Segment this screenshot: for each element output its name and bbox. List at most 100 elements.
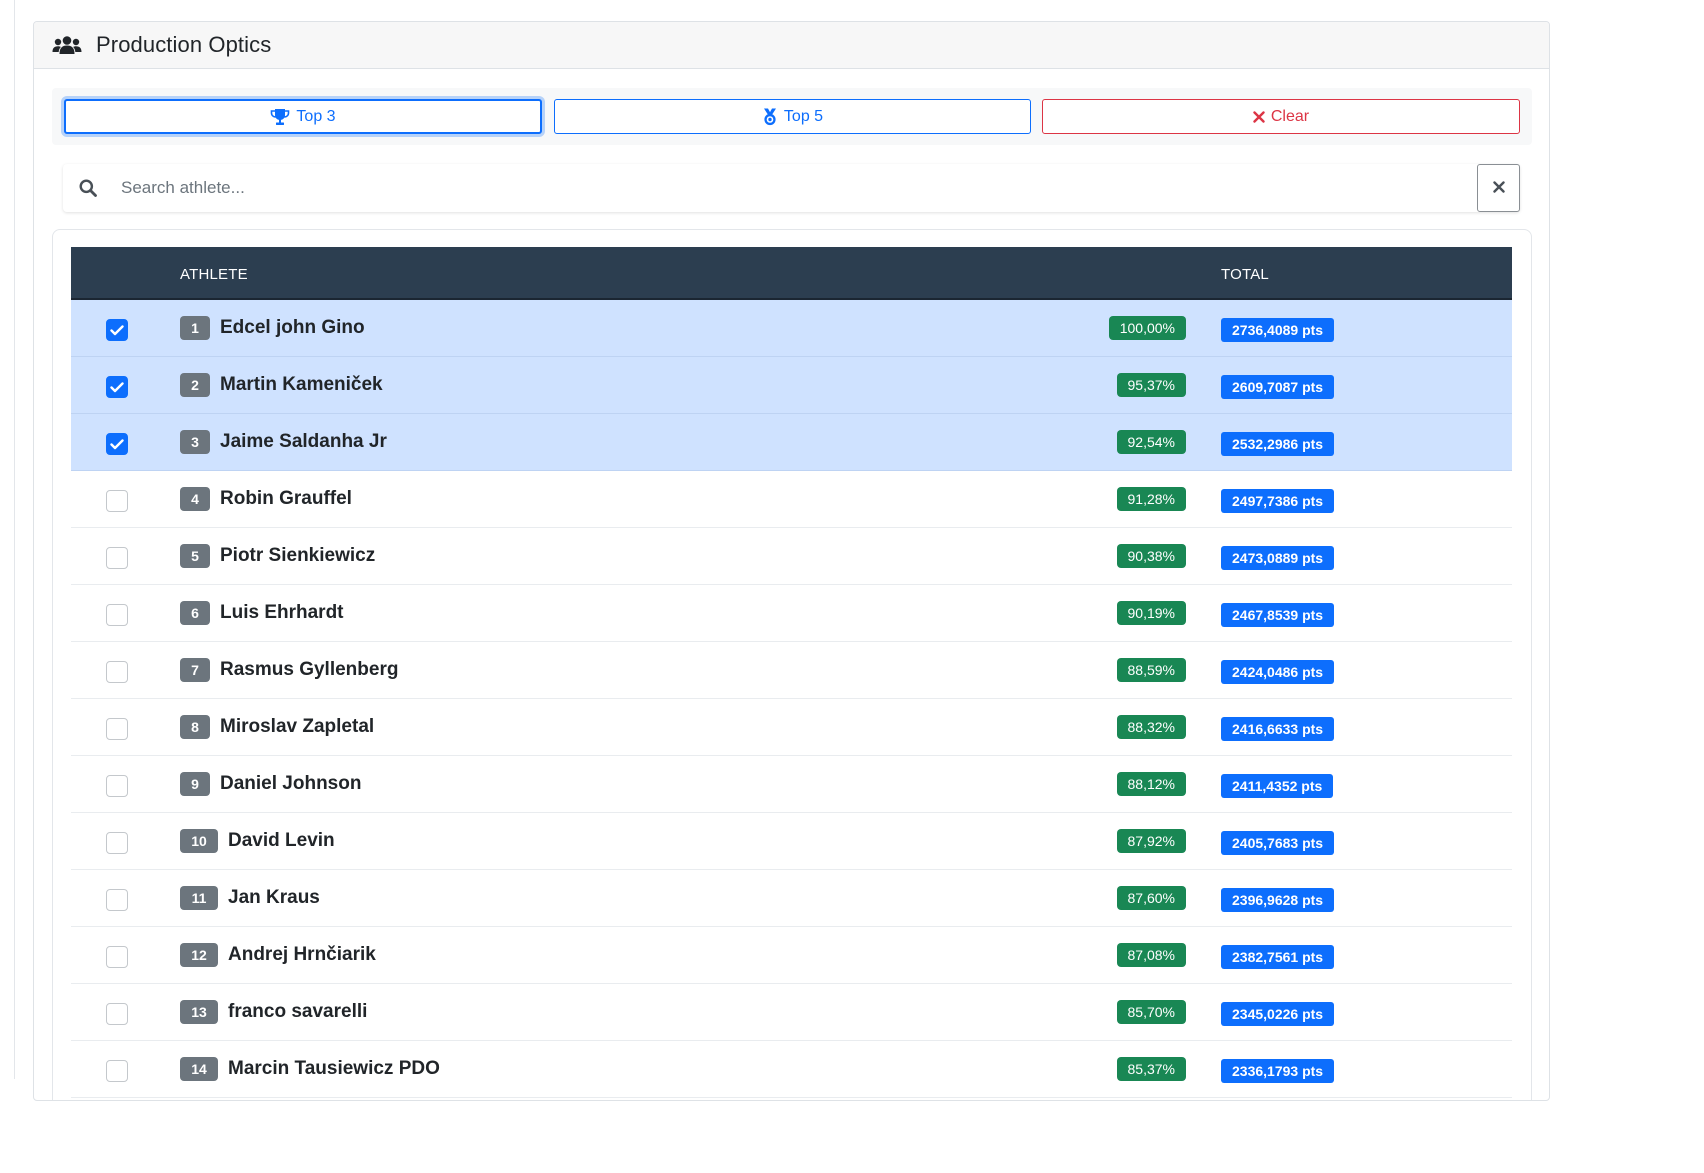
checkmark-icon <box>110 381 124 392</box>
search-icon <box>79 179 97 202</box>
percent-badge: 90,38% <box>1116 544 1186 568</box>
percent-badge: 85,70% <box>1116 1000 1186 1024</box>
percent-badge: 88,59% <box>1116 658 1186 682</box>
total-points-badge: 2396,9628 pts <box>1221 888 1335 912</box>
checkmark-icon <box>110 438 124 449</box>
search-box <box>63 164 1520 212</box>
rank-badge: 8 <box>180 715 210 739</box>
table-row[interactable]: 14 Marcin Tausiewicz PDO 85,37% 2336,1793 p… <box>71 1041 1512 1098</box>
top-5-button[interactable]: Top 5 <box>554 99 1031 134</box>
row-checkbox[interactable] <box>106 433 128 455</box>
percent-badge: 87,08% <box>1116 943 1186 967</box>
top-5-label: Top 5 <box>783 107 824 125</box>
total-points-badge: 2382,7561 pts <box>1221 945 1335 969</box>
rank-badge: 9 <box>180 772 210 796</box>
production-optics-card: Production Optics Top 3 Top 5 Clear Sear… <box>33 21 1550 1101</box>
athlete-name: Piotr Sienkiewicz <box>220 545 376 566</box>
table-row[interactable]: 3 Jaime Saldanha Jr 92,54% 2532,2986 pts <box>71 414 1512 471</box>
table-row[interactable]: 6 Luis Ehrhardt 90,19% 2467,8539 pts <box>71 585 1512 642</box>
rank-badge: 1 <box>180 316 210 340</box>
table-header: ATHLETE TOTAL <box>71 247 1512 300</box>
row-checkbox[interactable] <box>106 946 128 968</box>
table-row[interactable]: 13 franco savarelli 85,70% 2345,0226 pts <box>71 984 1512 1041</box>
percent-badge: 91,28% <box>1116 487 1186 511</box>
athlete-name: Rasmus Gyllenberg <box>220 659 399 680</box>
close-icon <box>1492 180 1505 196</box>
table-row[interactable]: 1 Edcel john Gino 100,00% 2736,4089 pts <box>71 300 1512 357</box>
row-checkbox[interactable] <box>106 319 128 341</box>
row-checkbox[interactable] <box>106 775 128 797</box>
total-points-badge: 2532,2986 pts <box>1221 432 1335 456</box>
table-row[interactable]: 9 Daniel Johnson 88,12% 2411,4352 pts <box>71 756 1512 813</box>
table-row[interactable]: 8 Miroslav Zapletal 88,32% 2416,6633 pts <box>71 699 1512 756</box>
table-row[interactable]: 11 Jan Kraus 87,60% 2396,9628 pts <box>71 870 1512 927</box>
table-row[interactable]: 10 David Levin 87,92% 2405,7683 pts <box>71 813 1512 870</box>
trophy-icon <box>270 108 290 126</box>
rank-badge: 11 <box>180 886 218 910</box>
row-checkbox[interactable] <box>106 889 128 911</box>
percent-badge: 87,60% <box>1116 886 1186 910</box>
x-icon <box>1253 110 1265 123</box>
athlete-name: franco savarelli <box>228 1001 368 1022</box>
percent-badge: 88,12% <box>1116 772 1186 796</box>
percent-badge: 92,54% <box>1116 430 1186 454</box>
total-points-badge: 2473,0889 pts <box>1221 546 1335 570</box>
medal-icon <box>762 108 778 126</box>
total-points-badge: 2609,7087 pts <box>1221 375 1335 399</box>
page-left-border <box>14 0 15 1079</box>
athlete-name: Jaime Saldanha Jr <box>220 431 387 452</box>
row-checkbox[interactable] <box>106 376 128 398</box>
table-row[interactable]: 4 Robin Grauffel 91,28% 2497,7386 pts <box>71 471 1512 528</box>
total-points-badge: 2405,7683 pts <box>1221 831 1335 855</box>
table-row[interactable]: 7 Rasmus Gyllenberg 88,59% 2424,0486 pts <box>71 642 1512 699</box>
checkmark-icon <box>110 324 124 335</box>
total-points-badge: 2736,4089 pts <box>1221 318 1335 342</box>
athlete-name: Miroslav Zapletal <box>220 716 375 737</box>
athlete-name: Marcin Tausiewicz PDO <box>228 1058 440 1079</box>
table-row[interactable]: 5 Piotr Sienkiewicz 90,38% 2473,0889 pts <box>71 528 1512 585</box>
users-icon <box>52 35 82 55</box>
athlete-name: David Levin <box>228 830 335 851</box>
rank-badge: 14 <box>180 1057 218 1081</box>
search-input[interactable] <box>121 172 1461 204</box>
athlete-name: Edcel john Gino <box>220 317 365 338</box>
row-checkbox[interactable] <box>106 604 128 626</box>
row-checkbox[interactable] <box>106 1060 128 1082</box>
row-checkbox[interactable] <box>106 490 128 512</box>
row-checkbox[interactable] <box>106 718 128 740</box>
card-header: Production Optics <box>34 22 1549 69</box>
total-points-badge: 2336,1793 pts <box>1221 1059 1335 1083</box>
row-checkbox[interactable] <box>106 1003 128 1025</box>
column-header-total: TOTAL <box>1221 266 1269 283</box>
table-row[interactable]: 2 Martin Kameniček 95,37% 2609,7087 pts <box>71 357 1512 414</box>
rank-badge: 3 <box>180 430 210 454</box>
clear-label: Clear <box>1270 107 1310 125</box>
clear-button[interactable]: Clear <box>1042 99 1520 134</box>
total-points-badge: 2411,4352 pts <box>1221 774 1334 798</box>
athlete-name: Robin Grauffel <box>220 488 352 509</box>
ranking-table-card: ATHLETE TOTAL 1 Edcel john Gino 100,00% 273… <box>52 229 1532 1100</box>
filter-button-bar: Top 3 Top 5 Clear <box>52 88 1532 145</box>
percent-badge: 85,37% <box>1116 1057 1186 1081</box>
row-checkbox[interactable] <box>106 832 128 854</box>
rank-badge: 7 <box>180 658 210 682</box>
column-header-athlete: ATHLETE <box>180 266 248 283</box>
percent-badge: 87,92% <box>1116 829 1186 853</box>
rank-badge: 12 <box>180 943 218 967</box>
table-row[interactable]: 12 Andrej Hrnčiarik 87,08% 2382,7561 pts <box>71 927 1512 984</box>
rank-badge: 5 <box>180 544 210 568</box>
total-points-badge: 2497,7386 pts <box>1221 489 1335 513</box>
row-checkbox[interactable] <box>106 661 128 683</box>
athlete-name: Andrej Hrnčiarik <box>228 944 376 965</box>
row-checkbox[interactable] <box>106 547 128 569</box>
rank-badge: 10 <box>180 829 218 853</box>
rank-badge: 4 <box>180 487 210 511</box>
percent-badge: 100,00% <box>1108 316 1186 340</box>
card-title: Production Optics <box>96 32 272 57</box>
rank-badge: 2 <box>180 373 210 397</box>
rank-badge: 13 <box>180 1000 218 1024</box>
top-3-button[interactable]: Top 3 <box>64 99 542 134</box>
total-points-badge: 2424,0486 pts <box>1221 660 1335 684</box>
total-points-badge: 2416,6633 pts <box>1221 717 1335 741</box>
search-clear-button[interactable] <box>1477 164 1520 212</box>
